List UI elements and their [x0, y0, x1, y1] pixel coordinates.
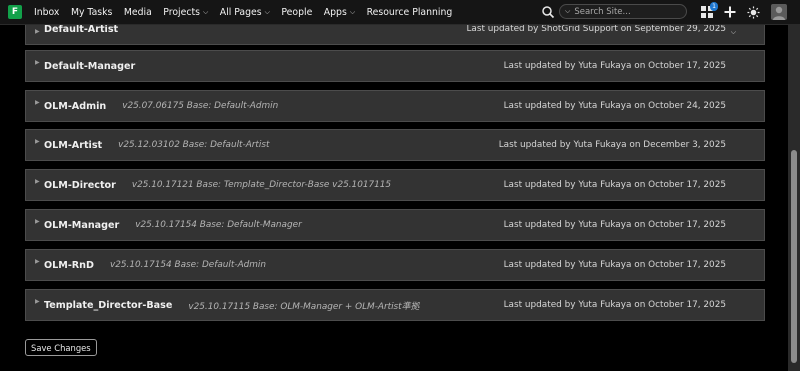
- last-updated-text: Last updated by Yuta Fukaya on October 1…: [503, 61, 726, 71]
- permission-groups-list: ▶ Default-Artist Last updated by ShotGri…: [0, 25, 788, 371]
- plus-icon[interactable]: [723, 5, 737, 19]
- group-name: OLM-RnD: [44, 259, 94, 271]
- top-navigation-bar: F Inbox My Tasks Media Projects ⌵ All Pag…: [0, 0, 800, 25]
- group-name: OLM-Manager: [44, 219, 120, 231]
- search-icon[interactable]: [541, 5, 555, 19]
- nav-label: Apps: [323, 6, 347, 18]
- list-item[interactable]: ▶ Default-Manager Last updated by Yuta F…: [25, 50, 765, 82]
- search-field[interactable]: ⌵: [559, 4, 687, 19]
- last-updated-text: Last updated by Yuta Fukaya on October 2…: [503, 101, 726, 111]
- group-description: v25.07.06175 Base: Default-Admin: [122, 101, 279, 111]
- group-name: Template_Director-Base: [44, 299, 173, 311]
- group-description: v25.10.17121 Base: Template_Director-Bas…: [131, 180, 392, 190]
- nav-label: Resource Planning: [366, 6, 453, 18]
- last-updated-text: Last updated by Yuta Fukaya on October 1…: [503, 260, 726, 270]
- expand-triangle-icon[interactable]: ▶: [35, 99, 40, 106]
- group-name: Default-Artist: [44, 25, 119, 35]
- vertical-scrollbar[interactable]: [788, 25, 800, 371]
- sun-icon-glyph: [746, 5, 760, 19]
- nav-media[interactable]: Media: [124, 7, 152, 18]
- chevron-down-icon: ⌵: [202, 7, 209, 16]
- user-avatar-icon: [773, 6, 785, 20]
- search-input[interactable]: [574, 6, 675, 17]
- last-updated-text: Last updated by Yuta Fukaya on October 1…: [503, 180, 726, 190]
- group-description: v25.10.17115 Base: OLM-Manager + OLM-Art…: [188, 301, 420, 312]
- avatar[interactable]: [771, 4, 787, 20]
- group-name: Default-Manager: [44, 60, 136, 72]
- nav-label: My Tasks: [70, 6, 113, 18]
- chevron-down-icon[interactable]: ⌵: [731, 28, 736, 37]
- list-item[interactable]: ▶ OLM-Manager v25.10.17154 Base: Default…: [25, 209, 765, 241]
- nav-all-pages[interactable]: All Pages ⌵: [220, 7, 270, 18]
- nav-people[interactable]: People: [281, 7, 312, 18]
- expand-triangle-icon[interactable]: ▶: [35, 258, 40, 265]
- expand-triangle-icon[interactable]: ▶: [35, 138, 40, 145]
- nav-label: People: [281, 6, 313, 18]
- last-updated-text: Last updated by Yuta Fukaya on October 1…: [503, 220, 726, 230]
- nav-inbox[interactable]: Inbox: [34, 7, 59, 18]
- group-name: OLM-Director: [44, 179, 116, 191]
- settings-sun-icon[interactable]: [746, 5, 760, 19]
- group-description: v25.12.03102 Base: Default-Artist: [118, 140, 270, 150]
- expand-triangle-icon[interactable]: ▶: [35, 59, 40, 66]
- expand-triangle-icon[interactable]: ▶: [35, 28, 40, 35]
- plus-icon-glyph: [724, 6, 736, 18]
- chevron-down-icon: ⌵: [349, 7, 356, 16]
- list-item[interactable]: ▶ OLM-Director v25.10.17121 Base: Templa…: [25, 169, 765, 201]
- list-item[interactable]: ▶ OLM-RnD v25.10.17154 Base: Default-Adm…: [25, 249, 765, 281]
- nav-apps[interactable]: Apps ⌵: [324, 7, 355, 18]
- save-changes-button[interactable]: Save Changes: [25, 339, 97, 356]
- notification-badge: 1: [710, 2, 718, 11]
- group-name: OLM-Artist: [44, 139, 103, 151]
- expand-triangle-icon[interactable]: ▶: [35, 218, 40, 225]
- expand-triangle-icon[interactable]: ▶: [35, 298, 40, 305]
- apps-grid-icon[interactable]: 1: [700, 2, 718, 19]
- site-search: ⌵: [541, 4, 687, 19]
- app-logo[interactable]: F: [8, 5, 22, 19]
- group-name: OLM-Admin: [44, 100, 107, 112]
- nav-label: Projects: [163, 6, 200, 18]
- expand-triangle-icon[interactable]: ▶: [35, 178, 40, 185]
- scrollbar-thumb[interactable]: [791, 150, 797, 363]
- nav-resource-planning[interactable]: Resource Planning: [367, 7, 453, 18]
- group-description: v25.10.17154 Base: Default-Manager: [135, 220, 302, 230]
- list-item[interactable]: ▶ Template_Director-Base v25.10.17115 Ba…: [25, 289, 765, 321]
- list-item[interactable]: ▶ OLM-Admin v25.07.06175 Base: Default-A…: [25, 90, 765, 122]
- list-item[interactable]: ▶ OLM-Artist v25.12.03102 Base: Default-…: [25, 129, 765, 161]
- nav-label: Media: [123, 6, 152, 18]
- nav-my-tasks[interactable]: My Tasks: [71, 7, 112, 18]
- nav-label: All Pages: [219, 6, 262, 18]
- last-updated-text: Last updated by ShotGrid Support on Sept…: [466, 25, 726, 34]
- last-updated-text: Last updated by Yuta Fukaya on October 1…: [503, 300, 726, 310]
- group-description: v25.10.17154 Base: Default-Admin: [109, 260, 267, 270]
- nav-label: Inbox: [34, 6, 60, 18]
- chevron-down-icon: ⌵: [264, 7, 270, 16]
- list-item[interactable]: ▶ Default-Artist Last updated by ShotGri…: [25, 25, 765, 45]
- last-updated-text: Last updated by Yuta Fukaya on December …: [498, 140, 726, 150]
- chevron-down-icon[interactable]: ⌵: [565, 7, 570, 16]
- main-nav: Inbox My Tasks Media Projects ⌵ All Pages…: [34, 7, 464, 18]
- nav-projects[interactable]: Projects ⌵: [163, 7, 208, 18]
